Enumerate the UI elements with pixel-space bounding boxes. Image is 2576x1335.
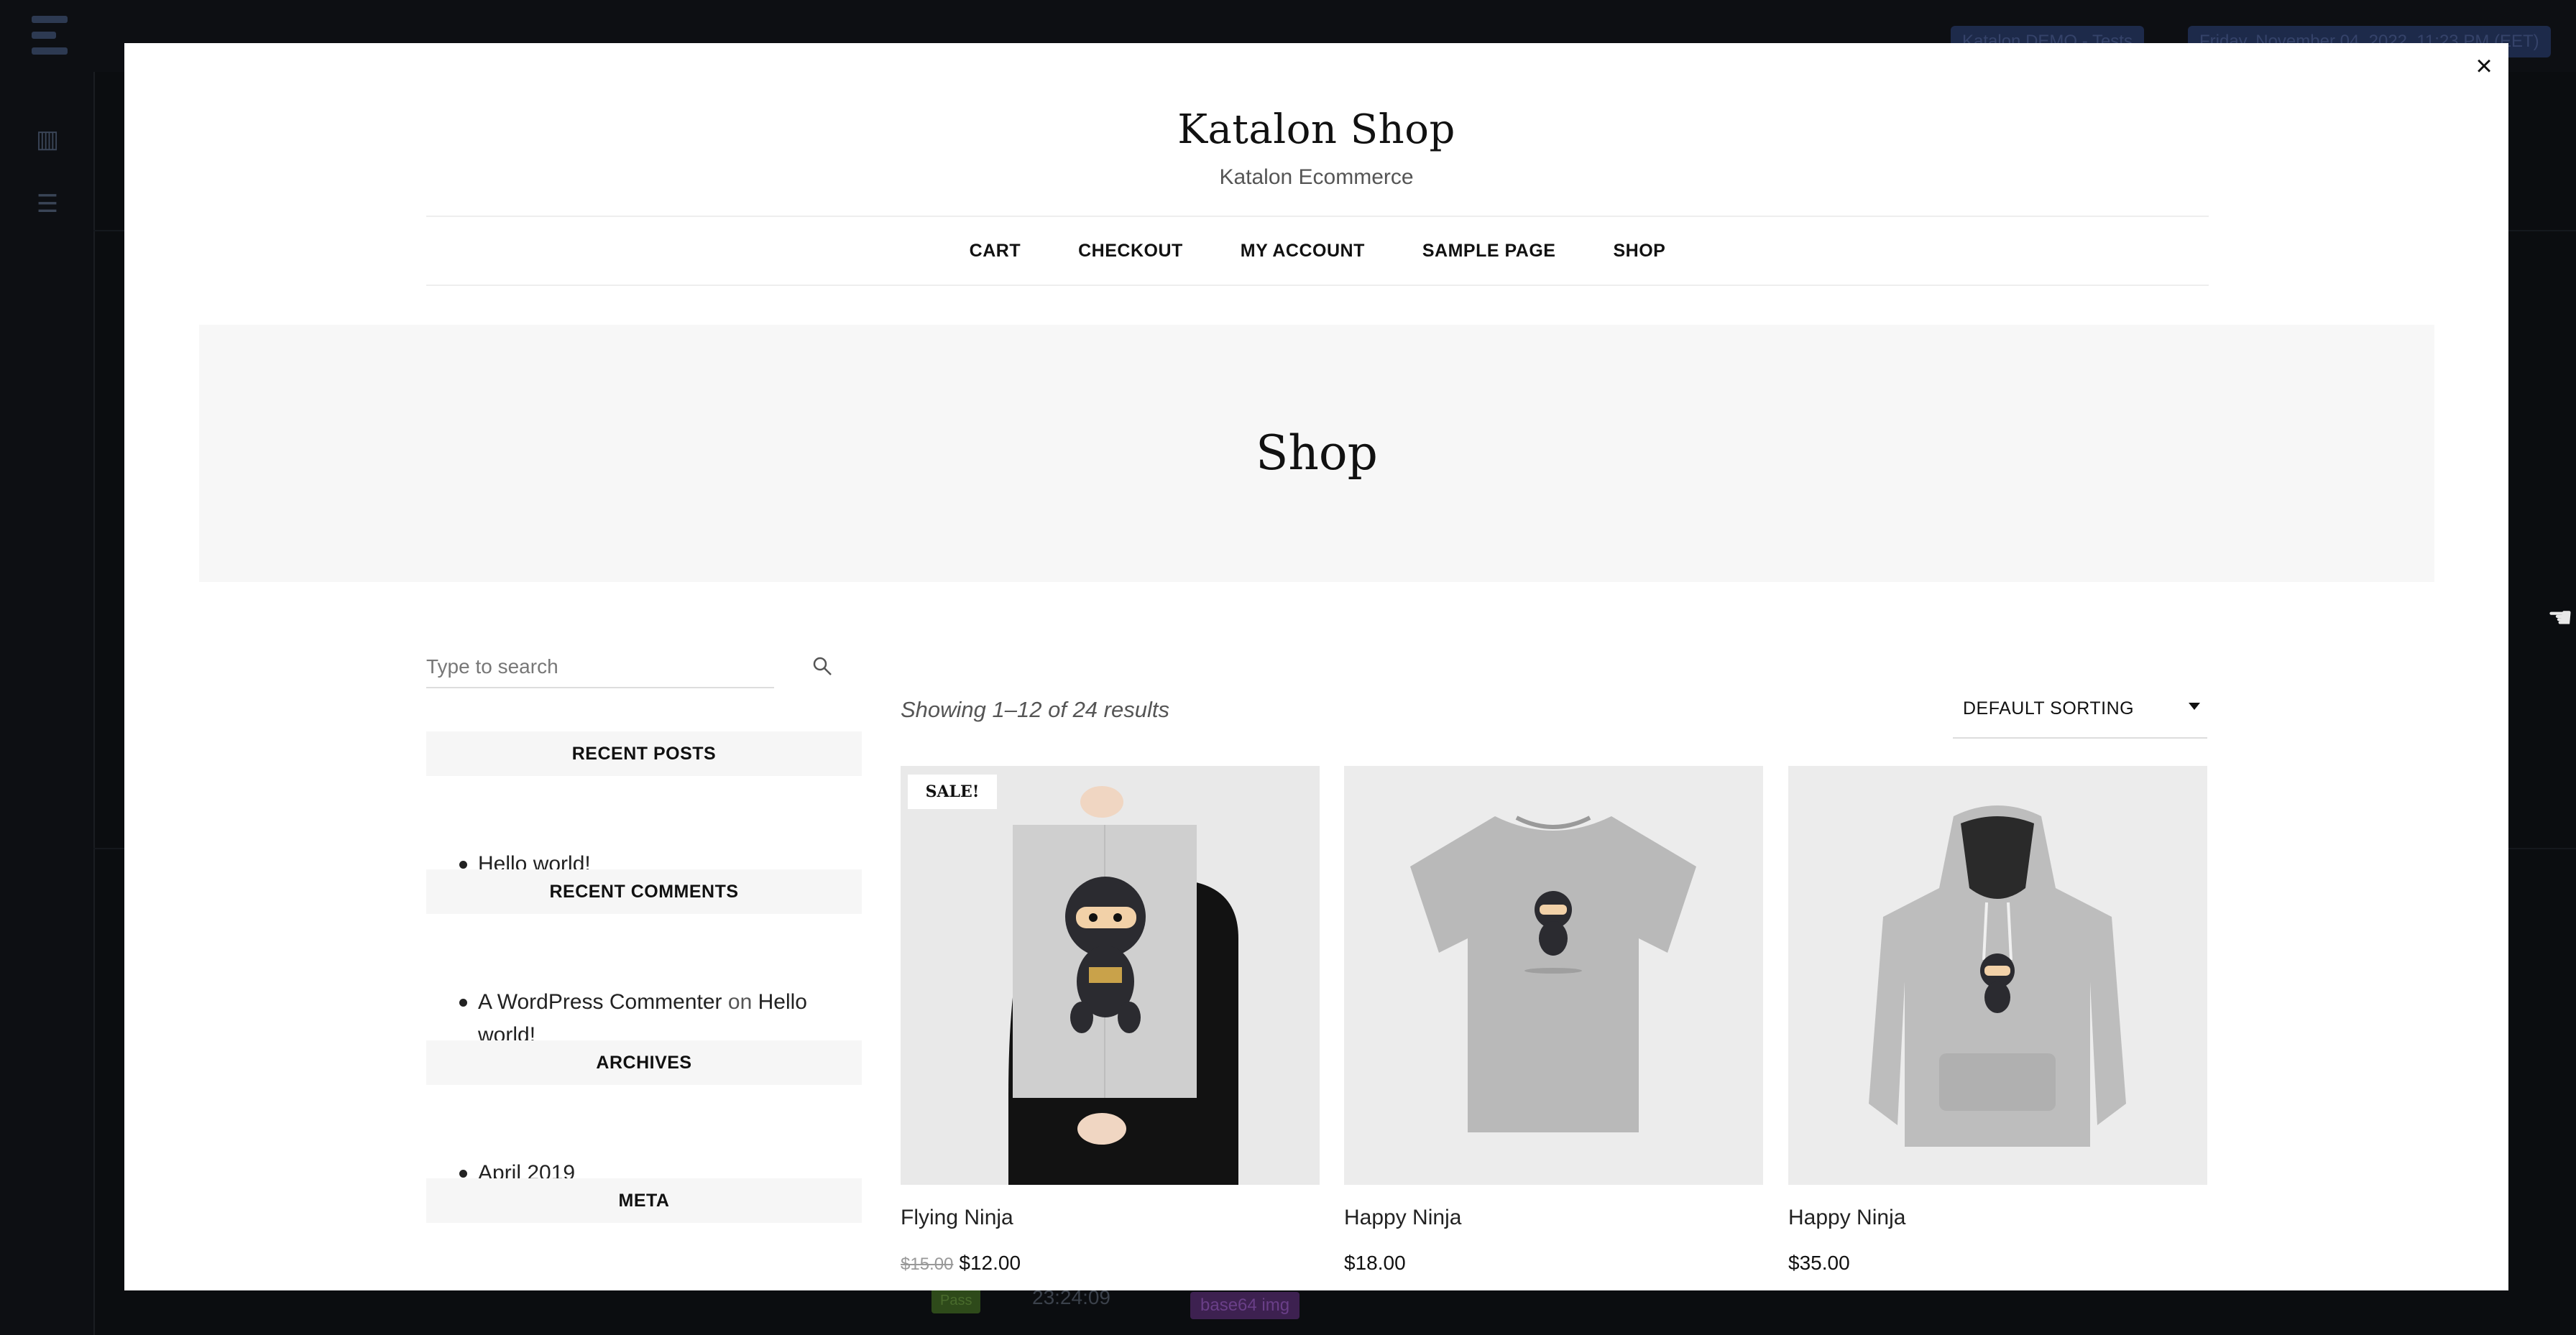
recent-comments-title: RECENT COMMENTS xyxy=(426,869,862,914)
old-price: $15.00 xyxy=(901,1255,954,1274)
product-price: $35.00 xyxy=(1788,1252,1850,1274)
attachment-tag[interactable]: base64 img xyxy=(1190,1292,1300,1319)
meta-title: META xyxy=(426,1178,862,1223)
sorting-select[interactable]: DEFAULT SORTING xyxy=(1953,690,2207,739)
status-badge: Pass xyxy=(932,1288,981,1313)
app-sidebar xyxy=(0,72,95,1335)
search-input[interactable] xyxy=(426,647,774,688)
nav-shop[interactable]: SHOP xyxy=(1613,241,1665,262)
chart-icon[interactable]: ▥ xyxy=(32,126,63,152)
hoodie-ninja-image xyxy=(1788,766,2207,1185)
product-image[interactable] xyxy=(1788,766,2207,1185)
app-logo-icon xyxy=(29,13,72,59)
sorting-value: DEFAULT SORTING xyxy=(1963,698,2135,719)
product-price: $15.00 $12.00 xyxy=(901,1252,1021,1275)
product-card[interactable]: Happy Ninja $35.00 xyxy=(1788,766,2207,1274)
nav-cart[interactable]: CART xyxy=(970,241,1021,262)
product-name[interactable]: Happy Ninja xyxy=(1788,1206,1905,1230)
recent-posts-title: RECENT POSTS xyxy=(426,731,862,776)
product-name[interactable]: Flying Ninja xyxy=(901,1206,1013,1230)
site-tagline: Katalon Ecommerce xyxy=(1219,165,1414,189)
caret-down-icon xyxy=(2189,703,2200,710)
page-title: Shop xyxy=(1256,425,1378,481)
comment-connector: on xyxy=(727,990,753,1014)
poster-ninja-image xyxy=(901,766,1320,1185)
archives-title: ARCHIVES xyxy=(426,1040,862,1085)
comment-author-link[interactable]: A WordPress Commenter xyxy=(478,990,722,1014)
product-image[interactable] xyxy=(1344,766,1763,1185)
sale-price: $12.00 xyxy=(959,1252,1021,1274)
nav-checkout[interactable]: CHECKOUT xyxy=(1078,241,1183,262)
product-card[interactable]: SALE! Flying Ninja $15.00 $12.00 xyxy=(901,766,1320,1274)
page-header: Shop xyxy=(199,325,2434,582)
sale-badge: SALE! xyxy=(908,775,997,809)
product-price: $18.00 xyxy=(1344,1252,1406,1274)
close-icon[interactable]: × xyxy=(2467,49,2501,83)
hand-cursor-icon: ☚ xyxy=(2547,602,2573,634)
comment-post-link[interactable]: Hello xyxy=(758,990,807,1014)
result-count: Showing 1–12 of 24 results xyxy=(901,697,1169,722)
nav-sample-page[interactable]: SAMPLE PAGE xyxy=(1422,241,1556,262)
search-form xyxy=(426,647,832,693)
site-title[interactable]: Katalon Shop xyxy=(124,106,2508,153)
product-image[interactable]: SALE! xyxy=(901,766,1320,1185)
list-icon[interactable]: ☰ xyxy=(32,191,63,217)
screenshot-modal: × Katalon Shop Katalon Ecommerce CART CH… xyxy=(124,43,2508,1290)
tshirt-ninja-image xyxy=(1344,766,1763,1185)
nav-my-account[interactable]: MY ACCOUNT xyxy=(1241,241,1365,262)
product-card[interactable]: Happy Ninja $18.00 xyxy=(1344,766,1763,1274)
primary-nav: CART CHECKOUT MY ACCOUNT SAMPLE PAGE SHO… xyxy=(426,216,2209,286)
search-icon[interactable] xyxy=(811,655,833,677)
product-name[interactable]: Happy Ninja xyxy=(1344,1206,1461,1230)
